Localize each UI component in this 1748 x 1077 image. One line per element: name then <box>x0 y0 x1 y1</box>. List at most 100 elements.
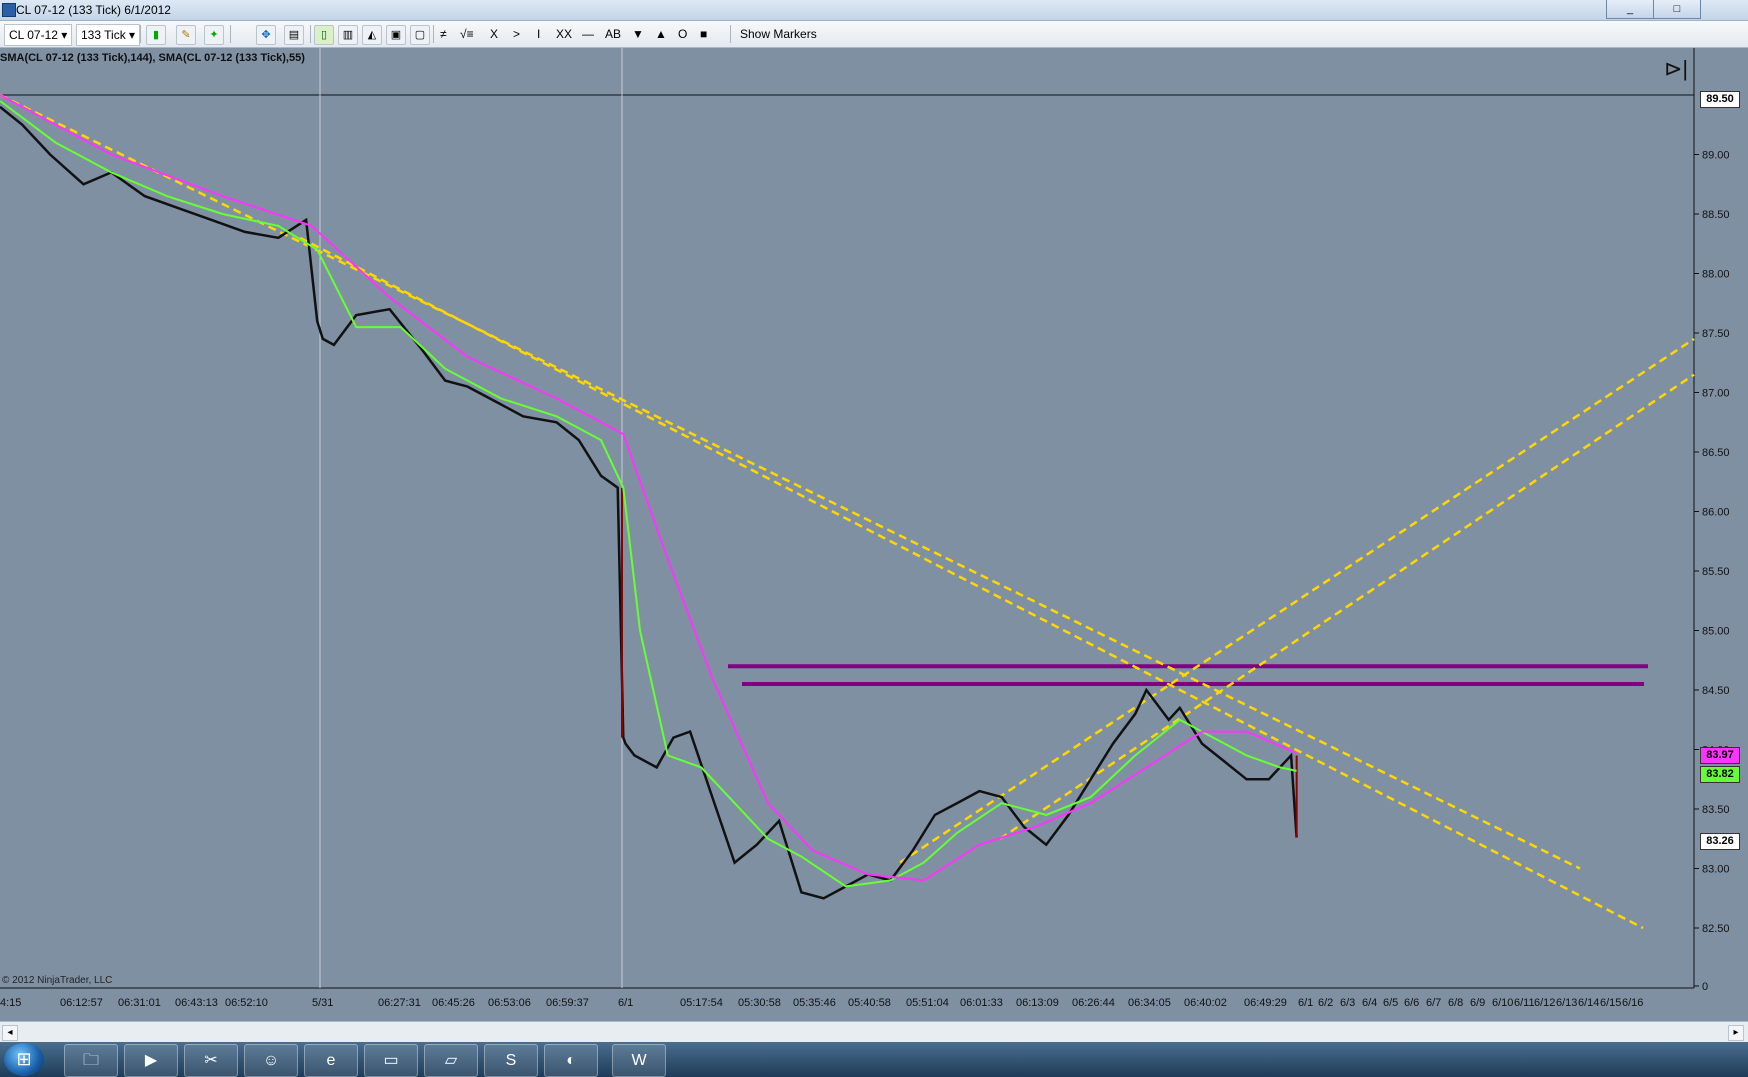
x-tick-label: 06:49:29 <box>1244 997 1287 1009</box>
messenger-icon[interactable]: ☺ <box>244 1044 298 1077</box>
x-tick-label: 06:34:05 <box>1128 997 1171 1009</box>
x-tick-label: 6/13 <box>1556 997 1577 1009</box>
folder-icon[interactable]: ▱ <box>424 1044 478 1077</box>
x-tick-label: 6/2 <box>1318 997 1333 1009</box>
y-tick-label: 85.00 <box>1702 626 1730 638</box>
x-tick-label: 06:26:44 <box>1072 997 1115 1009</box>
ninjatrader-icon[interactable]: ◐ <box>544 1044 598 1077</box>
trendline <box>999 373 1695 840</box>
window-title: CL 07-12 (133 Tick) 6/1/2012 <box>16 3 171 17</box>
y-tick-label: 87.00 <box>1702 388 1730 400</box>
window-titlebar: CL 07-12 (133 Tick) 6/1/2012 _ □ <box>0 0 1748 21</box>
app-icon <box>2 3 16 17</box>
x-tick-label: 6/14 <box>1578 997 1599 1009</box>
notes-icon[interactable]: ▭ <box>364 1044 418 1077</box>
ellipse-tool-button[interactable]: O <box>678 24 687 44</box>
wand-icon[interactable]: ✦ <box>204 25 224 45</box>
x-tick-label: 06:40:02 <box>1184 997 1227 1009</box>
skype-icon[interactable]: S <box>484 1044 538 1077</box>
x-tick-label: 06:01:33 <box>960 997 1003 1009</box>
price-tag-last: 83.26 <box>1700 833 1740 850</box>
x-tick-label: 06:52:10 <box>225 997 268 1009</box>
chevron-down-icon: ▾ <box>61 28 68 42</box>
media-player-icon[interactable]: ▶ <box>124 1044 178 1077</box>
maximize-button[interactable]: □ <box>1653 0 1701 19</box>
x-tick-label: 06:43:13 <box>175 997 218 1009</box>
interval-label: 133 Tick <box>81 28 126 42</box>
x-tick-label: 6/8 <box>1448 997 1463 1009</box>
ray-tool-button[interactable]: ≠ <box>440 24 447 44</box>
x-tick-label: 06:31:01 <box>118 997 161 1009</box>
internet-explorer-icon[interactable]: e <box>304 1044 358 1077</box>
y-tick-label: 83.00 <box>1702 864 1730 876</box>
x-tick-label: 6/1 <box>1298 997 1313 1009</box>
interval-selector[interactable]: 133 Tick ▾ <box>76 24 141 46</box>
x-tick-label: 06:13:09 <box>1016 997 1059 1009</box>
y-tick-label: 89.00 <box>1702 150 1730 162</box>
trendline <box>299 236 1644 930</box>
template-icon[interactable]: ▢ <box>410 25 430 45</box>
arrow-down-tool-button[interactable]: ▼ <box>632 24 644 44</box>
price-tag-top: 89.50 <box>1700 91 1740 108</box>
x-tick-label: 06:45:26 <box>432 997 475 1009</box>
x-tick-label: 6/4 <box>1362 997 1377 1009</box>
line-tool-button[interactable]: — <box>582 24 594 44</box>
toolbar-divider <box>140 25 141 43</box>
x-tick-label: 6/6 <box>1404 997 1419 1009</box>
sma55-line <box>0 100 1297 888</box>
x-tick-label: 6/1 <box>618 997 633 1009</box>
bar-type-icon[interactable]: ▮ <box>146 25 166 45</box>
rectangle-tool-button[interactable]: ■ <box>700 24 707 44</box>
x-tick-label: 06:53:06 <box>488 997 531 1009</box>
x-tick-label: 05:30:58 <box>738 997 781 1009</box>
arrow-up-tool-button[interactable]: ▲ <box>655 24 667 44</box>
scroll-right-icon[interactable]: ▸ <box>1728 1025 1744 1041</box>
crosshair-icon[interactable]: ✥ <box>256 25 276 45</box>
horizontal-scrollbar[interactable]: ◂ ▸ <box>0 1021 1748 1042</box>
x-tick-label: 6/5 <box>1383 997 1398 1009</box>
y-tick-label: 86.00 <box>1702 507 1730 519</box>
x-tick-label: 05:51:04 <box>906 997 949 1009</box>
scroll-left-icon[interactable]: ◂ <box>2 1025 18 1041</box>
properties-icon[interactable]: ▣ <box>386 25 406 45</box>
toolbar-divider <box>730 25 731 43</box>
x-tick-label: 4:15 <box>0 997 21 1009</box>
price-chart[interactable]: SMA(CL 07-12 (133 Tick),144), SMA(CL 07-… <box>0 48 1748 1021</box>
scroll-to-end-icon[interactable]: ⊳| <box>1664 56 1688 82</box>
tools-icon[interactable]: ✂ <box>184 1044 238 1077</box>
x-tick-label: 05:35:46 <box>793 997 836 1009</box>
arrow-tool-button[interactable]: > <box>513 24 520 44</box>
price-tag-sma55: 83.82 <box>1700 766 1740 783</box>
instrument-selector[interactable]: CL 07-12 ▾ <box>4 24 73 46</box>
strategies-icon[interactable]: ◭ <box>362 25 382 45</box>
toolbar-divider <box>310 25 311 43</box>
xx-tool-button[interactable]: XX <box>556 24 572 44</box>
x-tick-label: 6/9 <box>1470 997 1485 1009</box>
y-tick-label: 84.50 <box>1702 685 1730 697</box>
y-tick-label: 85.50 <box>1702 566 1730 578</box>
chart-toolbar: CL 07-12 ▾ 133 Tick ▾ ▮ ✎ ✦ ✥ ▤ ▯ ▥ ◭ ▣ … <box>0 21 1748 48</box>
data-box-icon[interactable]: ▤ <box>284 25 304 45</box>
vertical-line-tool-button[interactable]: I <box>537 24 540 44</box>
windows-taskbar: ⊞ 🗀 ▶ ✂ ☺ e ▭ ▱ S ◐ W <box>0 1042 1748 1077</box>
instrument-label: CL 07-12 <box>9 28 58 42</box>
indicators-icon[interactable]: ▥ <box>338 25 358 45</box>
y-tick-label: 82.50 <box>1702 923 1730 935</box>
chart-canvas[interactable]: 89.00 88.50 88.00 87.50 87.00 86.50 86.00 85.50… <box>0 48 1748 1021</box>
y-tick-label: 0 <box>1702 981 1708 993</box>
x-tick-label: 6/15 <box>1600 997 1621 1009</box>
chart-style-icon[interactable]: ▯ <box>314 25 334 45</box>
toolbar-divider <box>433 25 434 43</box>
x-tick-label: 6/10 <box>1492 997 1513 1009</box>
pencil-icon[interactable]: ✎ <box>176 25 196 45</box>
x-tick-label: 06:27:31 <box>378 997 421 1009</box>
fib-tool-button[interactable]: √≡ <box>460 24 474 44</box>
word-icon[interactable]: W <box>612 1044 666 1077</box>
minimize-button[interactable]: _ <box>1606 0 1654 19</box>
show-markers-button[interactable]: Show Markers <box>740 24 817 44</box>
x-tool-button[interactable]: X <box>490 24 498 44</box>
text-tool-button[interactable]: AB <box>605 24 621 44</box>
x-tick-label: 6/11 <box>1514 997 1535 1009</box>
explorer-icon[interactable]: 🗀 <box>64 1044 118 1077</box>
start-button[interactable]: ⊞ <box>4 1043 44 1076</box>
